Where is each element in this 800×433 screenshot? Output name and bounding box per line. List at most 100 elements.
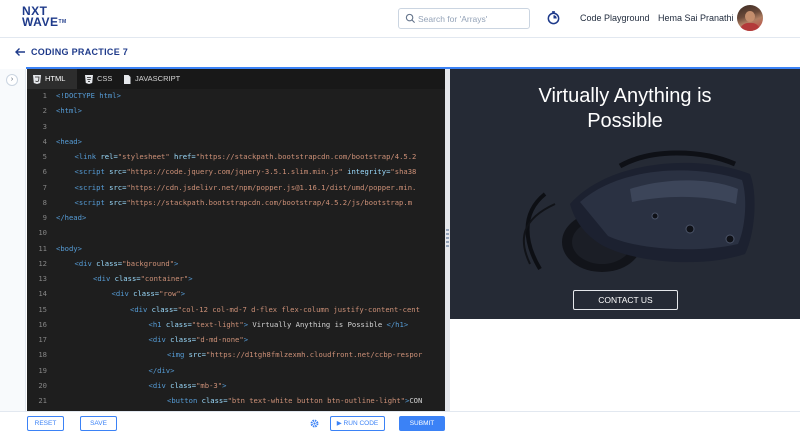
code-line[interactable]: 10 (27, 228, 445, 243)
code-line[interactable]: 12 <div class="background"> (27, 259, 445, 274)
code-token: <div (148, 380, 171, 390)
tab-html[interactable]: HTML (27, 69, 77, 89)
search-input[interactable] (418, 11, 526, 26)
code-token: </head> (56, 213, 87, 222)
preview-blank-area (450, 319, 800, 411)
code-line[interactable]: 2 <html> (27, 106, 445, 121)
line-number: 8 (42, 197, 47, 207)
code-line[interactable]: 17 <div class="d-md-none"> (27, 335, 445, 350)
code-line[interactable]: 7 <script src="https://cdn.jsdelivr.net/n… (27, 183, 445, 198)
code-lines[interactable]: 1 <!DOCTYPE html> 2 <html> 3 4 <head> 5 <link re… (27, 91, 445, 411)
tab-css-label: CSS (97, 74, 113, 83)
line-number: 20 (38, 380, 47, 390)
nxtwave-logo[interactable]: NXT WAVETM (22, 5, 67, 32)
avatar[interactable] (737, 5, 763, 31)
code-line[interactable]: 15 <div class="col-12 col-md-7 d-flex fle… (27, 305, 445, 320)
logo-line-2-text: WAVE (22, 15, 59, 29)
code-line[interactable]: 11 <body> (27, 244, 445, 259)
code-token: <img (167, 350, 189, 360)
code-line[interactable]: 9 </head> (27, 213, 445, 228)
code-text: <button class="btn text-white button btn… (167, 396, 422, 405)
code-token: "col-12 col-md-7 d-flex flex-column just… (177, 304, 420, 314)
line-number: 4 (42, 136, 47, 146)
code-token: class= (96, 258, 123, 268)
line-number: 13 (38, 274, 47, 283)
code-line[interactable]: 5 <link rel="stylesheet" href="https://st… (27, 152, 445, 167)
code-editor[interactable]: HTML CSS JAVASCRIPT 1 <!DOCTYPE html> 2 <ht… (27, 69, 445, 411)
gear-icon[interactable] (309, 418, 320, 429)
line-number: 17 (38, 335, 47, 344)
code-token: <div (148, 335, 171, 344)
line-number: 1 (42, 91, 47, 100)
editor-tabs: HTML CSS JAVASCRIPT (27, 69, 445, 89)
code-token: src= (109, 197, 127, 207)
code-line[interactable]: 21 <button class="btn text-white button b… (27, 396, 445, 411)
code-line[interactable]: 19 </div> (27, 366, 445, 381)
tab-css[interactable]: CSS (79, 69, 117, 89)
code-text: <h1 class="text-light"> Virtually Anythi… (149, 320, 409, 329)
run-code-button[interactable]: ▶ RUN CODE (330, 416, 385, 431)
code-token: <script (74, 182, 110, 192)
code-token: "https://stackpath.bootstrapcdn.com/boot… (195, 152, 417, 161)
submit-button[interactable]: SUBMIT (399, 416, 445, 431)
code-line[interactable]: 20 <div class="mb-3"> (27, 381, 445, 396)
drag-handle-icon[interactable] (446, 229, 449, 249)
code-text: <script src="https://code.jquery.com/jqu… (75, 167, 417, 176)
code-token: src= (109, 167, 127, 177)
output-preview: Virtually Anything is Possible CONTACT U… (450, 69, 800, 319)
tab-javascript[interactable]: JAVASCRIPT (117, 69, 183, 89)
code-token: > (222, 380, 227, 390)
line-number: 19 (38, 365, 47, 375)
line-number: 3 (42, 121, 47, 131)
save-button[interactable]: SAVE (80, 416, 117, 431)
code-token: "sha38 (390, 167, 417, 177)
code-line[interactable]: 14 <div class="row"> (27, 289, 445, 304)
code-line[interactable]: 1 <!DOCTYPE html> (27, 91, 445, 106)
back-arrow-icon[interactable] (14, 46, 26, 58)
line-number: 6 (42, 167, 47, 177)
avatar-face (745, 11, 755, 22)
code-token: <button (167, 396, 202, 405)
js-icon (124, 75, 131, 84)
code-line[interactable]: 16 <h1 class="text-light"> Virtually Anyt… (27, 320, 445, 335)
contact-us-button[interactable]: CONTACT US (573, 290, 678, 310)
code-line[interactable]: 18 <img src="https://d1tgh8fmlzexmh.cloud… (27, 350, 445, 365)
code-token: Virtually Anything is Possible (248, 319, 387, 329)
code-token: integrity= (347, 167, 391, 177)
stopwatch-icon[interactable] (546, 10, 561, 25)
search-box[interactable] (398, 8, 530, 29)
code-line[interactable]: 3 (27, 122, 445, 137)
expand-panel-button[interactable]: › (6, 74, 18, 86)
code-token: src= (188, 350, 206, 360)
line-number: 11 (38, 243, 47, 253)
code-line[interactable]: 6 <script src="https://code.jquery.com/jq… (27, 167, 445, 182)
code-text: <!DOCTYPE html> (56, 91, 121, 100)
code-token: <div (111, 289, 134, 299)
code-line[interactable]: 4 <head> (27, 137, 445, 152)
code-text: <img src="https://d1tgh8fmlzexmh.cloudfr… (167, 350, 422, 359)
code-token: class= (165, 319, 192, 329)
code-playground-link[interactable]: Code Playground (580, 13, 650, 23)
line-number: 21 (38, 396, 47, 405)
top-navbar: NXTWAVETM Code Playground Hema Sai Prana… (0, 0, 800, 38)
code-token: <link (74, 152, 101, 161)
code-token: CON (409, 396, 423, 405)
code-line[interactable]: 8 <script src="https://stackpath.bootstra… (27, 198, 445, 213)
user-name[interactable]: Hema Sai Pranathi (658, 13, 734, 23)
line-number: 12 (38, 258, 47, 268)
reset-button[interactable]: RESET (27, 416, 64, 431)
line-number: 14 (38, 289, 47, 299)
left-rail (0, 69, 26, 411)
code-token: <div (93, 274, 115, 283)
code-token: </h1> (386, 319, 409, 329)
code-text: <div class="col-12 col-md-7 d-flex flex-… (130, 305, 420, 314)
code-line[interactable]: 13 <div class="container"> (27, 274, 445, 289)
code-token: class= (170, 335, 197, 344)
css3-icon (85, 75, 93, 84)
search-icon (405, 13, 416, 24)
code-text: <div class="d-md-none"> (149, 335, 249, 344)
logo-trademark: TM (58, 19, 67, 25)
code-token: <h1 (148, 319, 166, 329)
code-text: <script src="https://cdn.jsdelivr.net/np… (75, 183, 417, 192)
line-number: 16 (38, 319, 47, 329)
